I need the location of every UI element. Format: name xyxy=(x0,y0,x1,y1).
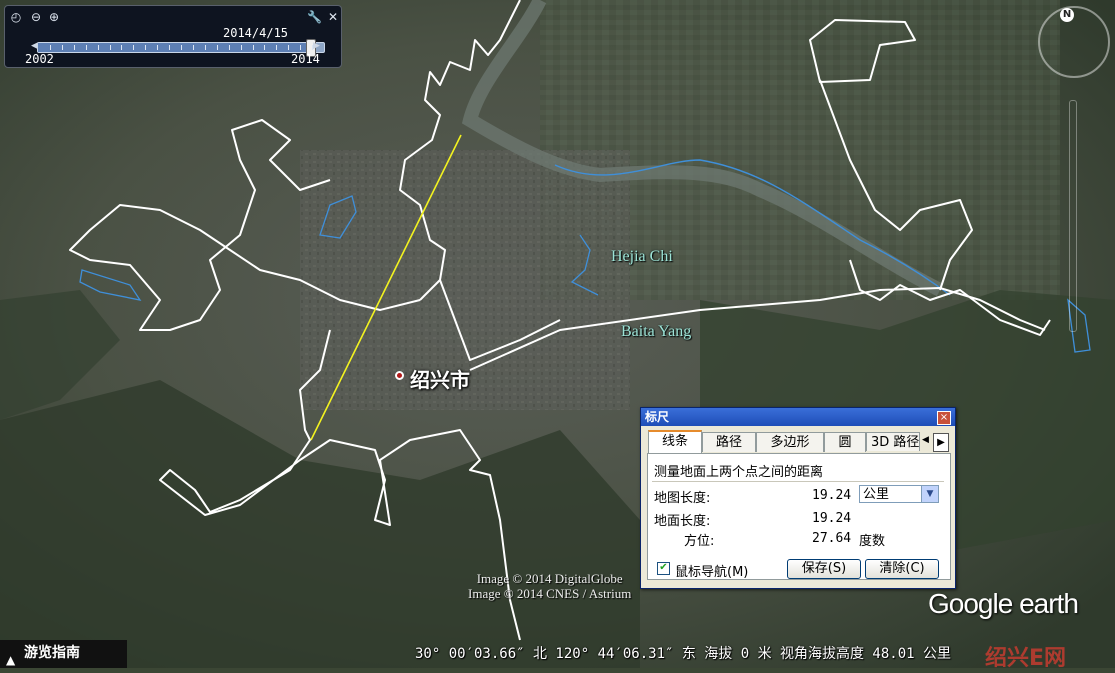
zoom-out-time-icon[interactable]: ⊖ xyxy=(29,10,43,24)
site-watermark: 绍兴E网 xyxy=(985,646,1067,671)
mouse-navigation-label[interactable]: 鼠标导航(M) xyxy=(675,561,748,580)
save-button[interactable]: 保存(S) xyxy=(787,559,861,579)
time-tick xyxy=(145,45,147,50)
look-compass-ring[interactable] xyxy=(1038,6,1110,78)
clock-icon[interactable]: ◴ xyxy=(9,10,23,24)
next-step-icon[interactable]: ▶ xyxy=(313,41,320,51)
ruler-description: 测量地面上两个点之间的距离 xyxy=(654,465,824,480)
imagery-credit: Image © 2014 DigitalGlobe Image © 2014 C… xyxy=(468,571,631,601)
zoom-slider[interactable] xyxy=(1069,100,1077,332)
heading-value: 27.64 xyxy=(812,531,852,546)
time-tick xyxy=(85,45,87,50)
chevron-down-icon[interactable]: ▼ xyxy=(921,486,938,502)
tab-scroll-left-icon[interactable]: ◀ xyxy=(922,435,929,445)
tab-polygon[interactable]: 多边形 xyxy=(756,432,824,452)
time-tick xyxy=(181,45,182,50)
credit-line-2: Image © 2014 CNES / Astrium xyxy=(468,586,632,601)
tab-3d-path[interactable]: 3D 路径 xyxy=(866,432,920,451)
time-track[interactable] xyxy=(37,39,325,57)
ruler-close-button[interactable]: × xyxy=(937,411,951,425)
close-icon[interactable]: ✕ xyxy=(326,10,340,24)
time-tick xyxy=(204,45,206,50)
tab-scroll-right-icon[interactable]: ▶ xyxy=(933,433,949,452)
time-track-fill xyxy=(38,43,310,52)
heading-unit: 度数 xyxy=(859,534,886,549)
ruler-dialog: 标尺 × 线条 路径 多边形 圆 3D 路径 ◀ ▶ 测量地面上两个点之间的距离… xyxy=(640,407,956,589)
time-tick xyxy=(216,45,218,50)
time-tick xyxy=(133,45,135,50)
ground-length-label: 地面长度: xyxy=(654,514,711,529)
tour-guide-icon: ▲ xyxy=(6,653,16,667)
unit-select[interactable]: 公里 ▼ xyxy=(859,485,939,503)
time-tick xyxy=(61,45,63,50)
heading-label: 方位: xyxy=(684,534,715,549)
time-tick xyxy=(121,45,123,50)
clear-button[interactable]: 清除(C) xyxy=(865,559,939,579)
settings-wrench-icon[interactable]: 🔧 xyxy=(307,10,322,24)
time-tick xyxy=(228,45,230,50)
time-tick xyxy=(109,45,111,50)
tab-line[interactable]: 线条 xyxy=(648,430,702,454)
ruler-panel: 测量地面上两个点之间的距离 地图长度: 19.24 公里 ▼ 地面长度: 19.… xyxy=(647,453,951,580)
time-tick xyxy=(97,45,99,50)
mouse-navigation-checkbox[interactable]: ✔ xyxy=(657,562,670,575)
time-tick xyxy=(73,45,75,50)
time-tick xyxy=(252,45,254,50)
google-earth-logo: Google earth xyxy=(928,588,1079,619)
time-tick xyxy=(276,45,278,50)
time-tick xyxy=(192,45,194,50)
ruler-title: 标尺 xyxy=(641,408,955,426)
time-tick xyxy=(240,45,242,50)
city-label[interactable]: 绍兴市 xyxy=(410,364,470,393)
city-marker-icon[interactable] xyxy=(395,371,404,380)
place-label-hejia-chi[interactable]: Hejia Chi xyxy=(611,248,673,266)
end-year: 2014 xyxy=(291,52,320,66)
zoom-in-time-icon[interactable]: ⊕ xyxy=(47,10,61,24)
map-length-label: 地图长度: xyxy=(654,491,711,506)
historical-imagery-slider: ◴ ⊖ ⊕ 🔧 ✕ 2014/4/15 ◀ ▶ 2002 2014 xyxy=(4,5,342,68)
north-indicator-icon[interactable]: N xyxy=(1060,8,1074,22)
tab-circle[interactable]: 圆 xyxy=(824,432,866,452)
start-year: 2002 xyxy=(25,52,54,66)
tab-path[interactable]: 路径 xyxy=(702,432,756,452)
tour-guide-button[interactable]: ▲ 游览指南 xyxy=(0,640,127,668)
time-tick xyxy=(264,45,266,50)
time-tick xyxy=(288,45,290,50)
place-label-baita-yang[interactable]: Baita Yang xyxy=(621,323,691,341)
time-tick xyxy=(49,45,51,50)
credit-line-1: Image © 2014 DigitalGlobe xyxy=(476,571,623,586)
map-length-value: 19.24 xyxy=(812,488,852,503)
divider xyxy=(652,481,944,482)
time-tick xyxy=(300,45,302,50)
current-date: 2014/4/15 xyxy=(223,26,289,40)
time-tick xyxy=(157,45,159,50)
ground-length-value: 19.24 xyxy=(812,511,852,526)
status-bar: 30° 00′03.66″ 北 120° 44′06.31″ 东 海拔 0 米 … xyxy=(415,646,952,662)
tour-guide-label: 游览指南 xyxy=(24,645,80,661)
unit-select-value: 公里 xyxy=(863,487,890,502)
time-tick xyxy=(169,45,171,50)
